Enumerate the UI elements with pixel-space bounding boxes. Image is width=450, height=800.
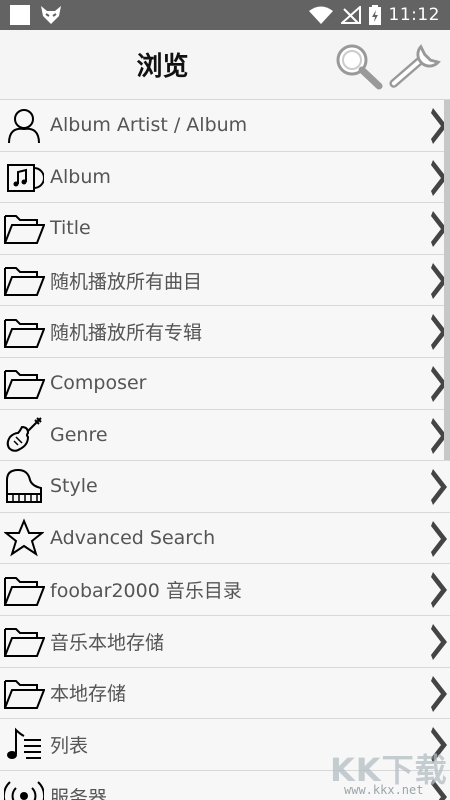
list-item-local-storage[interactable]: 本地存储 — [0, 667, 450, 720]
playlist-icon — [7, 728, 41, 760]
list-item-label: 随机播放所有曲目 — [50, 270, 203, 293]
folder-icon — [4, 679, 45, 709]
search-button[interactable] — [330, 38, 386, 94]
list-item-label: Advanced Search — [50, 527, 216, 550]
violin-icon — [6, 417, 42, 452]
list-item-title[interactable]: Title — [0, 203, 450, 255]
list-item-label: 音乐本地存储 — [50, 631, 165, 654]
album-icon — [7, 163, 44, 192]
list-item-label: Album — [50, 165, 111, 188]
list-item-album-artist[interactable]: Album Artist / Album — [0, 100, 450, 152]
star-icon — [4, 518, 44, 557]
fox-icon — [41, 6, 61, 24]
piano-icon — [6, 469, 42, 504]
list-item-music-local-storage[interactable]: 音乐本地存储 — [0, 615, 450, 668]
list-item-label: Style — [50, 475, 98, 498]
list-item-foobar-library[interactable]: foobar2000 音乐目录 — [0, 564, 450, 616]
list-item-shuffle-tracks[interactable]: 随机播放所有曲目 — [0, 254, 450, 307]
scrollbar[interactable] — [444, 100, 450, 460]
folder-icon — [4, 215, 45, 245]
server-icon — [4, 781, 44, 800]
list-item-label: Title — [50, 217, 91, 240]
list-item-label: Album Artist / Album — [50, 114, 248, 137]
settings-button[interactable] — [388, 38, 444, 94]
person-icon — [8, 109, 40, 144]
folder-icon — [4, 318, 45, 348]
list-item-shuffle-albums[interactable]: 随机播放所有专辑 — [0, 306, 450, 358]
folder-icon — [4, 370, 45, 400]
status-bar: 11:12 — [0, 0, 450, 30]
app-header: 浏览 — [0, 30, 450, 100]
list-item-label: foobar2000 音乐目录 — [50, 580, 242, 603]
wifi-icon — [308, 6, 333, 24]
list-item-label: 本地存储 — [50, 683, 127, 706]
chevron-right-icon — [431, 623, 447, 660]
list-item-genre[interactable]: Genre — [0, 409, 450, 462]
folder-icon — [4, 576, 45, 606]
battery-icon — [368, 5, 381, 25]
folder-icon — [4, 628, 45, 658]
list-item-label: Genre — [50, 423, 108, 446]
watermark-url: www.kkx.net — [344, 783, 424, 797]
watermark: KK下载 www.kkx.net — [330, 745, 448, 800]
browse-list: Album Artist / Album Album Title 随机播放所有曲… — [0, 99, 450, 800]
signal-icon — [340, 6, 361, 24]
list-item-style[interactable]: Style — [0, 461, 450, 513]
chevron-right-icon — [431, 675, 447, 712]
status-time: 11:12 — [388, 5, 440, 25]
page-title: 浏览 — [136, 52, 189, 82]
chevron-right-icon — [431, 520, 447, 557]
list-item-label: Composer — [50, 372, 147, 395]
notification-square-icon — [10, 5, 30, 25]
chevron-right-icon — [431, 572, 447, 609]
search-icon — [336, 44, 383, 90]
list-item-album[interactable]: Album — [0, 151, 450, 204]
folder-icon — [4, 267, 45, 297]
list-item-advanced-search[interactable]: Advanced Search — [0, 512, 450, 565]
chevron-right-icon — [431, 469, 447, 506]
wrench-icon — [389, 44, 441, 88]
list-item-composer[interactable]: Composer — [0, 357, 450, 410]
list-item-label: 随机播放所有专辑 — [50, 322, 203, 345]
